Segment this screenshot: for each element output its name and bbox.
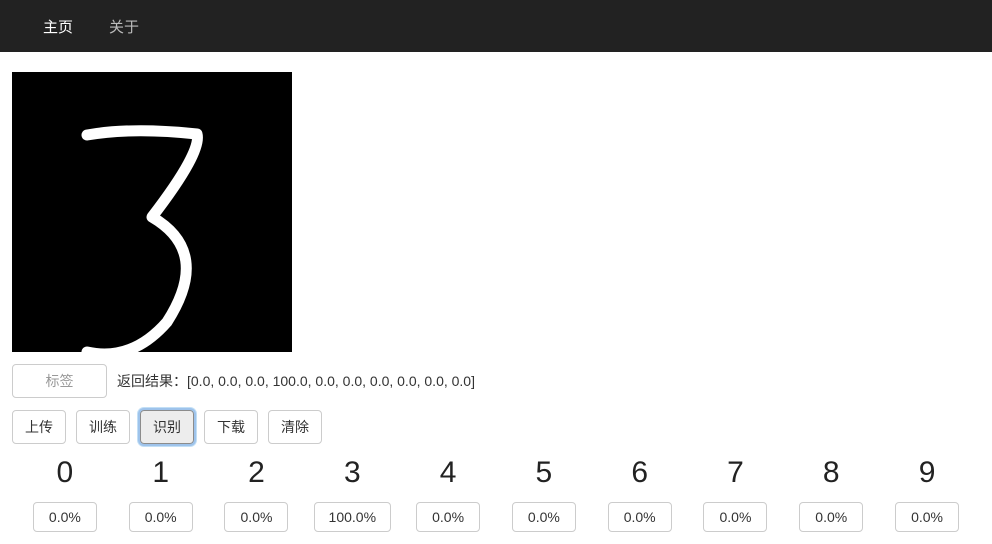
result-values: [0.0, 0.0, 0.0, 100.0, 0.0, 0.0, 0.0, 0.… bbox=[187, 373, 475, 389]
digit-percent: 0.0% bbox=[799, 502, 863, 532]
button-row: 上传 训练 识别 下载 清除 bbox=[12, 410, 980, 444]
digit-label: 6 bbox=[631, 456, 648, 490]
digit-label: 4 bbox=[440, 456, 457, 490]
drawing-canvas[interactable] bbox=[12, 72, 292, 352]
navbar: 主页 关于 bbox=[0, 0, 992, 52]
digit-col-1: 1 0.0% bbox=[113, 456, 209, 532]
digit-col-5: 5 0.0% bbox=[496, 456, 592, 532]
digit-col-7: 7 0.0% bbox=[688, 456, 784, 532]
label-input[interactable] bbox=[12, 364, 107, 398]
nav-about[interactable]: 关于 bbox=[91, 1, 157, 52]
digit-label: 7 bbox=[727, 456, 744, 490]
content-area: 返回结果：[0.0, 0.0, 0.0, 100.0, 0.0, 0.0, 0.… bbox=[0, 52, 992, 544]
digit-percent: 0.0% bbox=[895, 502, 959, 532]
digit-col-2: 2 0.0% bbox=[209, 456, 305, 532]
digit-col-0: 0 0.0% bbox=[17, 456, 113, 532]
digit-label: 8 bbox=[823, 456, 840, 490]
recognize-button[interactable]: 识别 bbox=[140, 410, 194, 444]
digit-label: 3 bbox=[344, 456, 361, 490]
digit-col-4: 4 0.0% bbox=[400, 456, 496, 532]
download-button[interactable]: 下载 bbox=[204, 410, 258, 444]
digit-col-3: 3 100.0% bbox=[304, 456, 400, 532]
digit-percent: 0.0% bbox=[608, 502, 672, 532]
digit-col-8: 8 0.0% bbox=[783, 456, 879, 532]
digit-percent: 0.0% bbox=[224, 502, 288, 532]
nav-home[interactable]: 主页 bbox=[25, 1, 91, 52]
result-text: 返回结果：[0.0, 0.0, 0.0, 100.0, 0.0, 0.0, 0.… bbox=[117, 371, 475, 391]
digit-percent: 0.0% bbox=[512, 502, 576, 532]
digit-percent: 0.0% bbox=[33, 502, 97, 532]
digit-label: 0 bbox=[57, 456, 74, 490]
label-result-row: 返回结果：[0.0, 0.0, 0.0, 100.0, 0.0, 0.0, 0.… bbox=[12, 364, 980, 398]
digit-percent: 0.0% bbox=[703, 502, 767, 532]
digit-col-9: 9 0.0% bbox=[879, 456, 975, 532]
digit-label: 2 bbox=[248, 456, 265, 490]
result-prefix: 返回结果： bbox=[117, 373, 187, 389]
digit-label: 9 bbox=[919, 456, 936, 490]
clear-button[interactable]: 清除 bbox=[268, 410, 322, 444]
digit-percent: 100.0% bbox=[314, 502, 391, 532]
digit-percent: 0.0% bbox=[416, 502, 480, 532]
digit-label: 5 bbox=[536, 456, 553, 490]
digit-percent: 0.0% bbox=[129, 502, 193, 532]
digit-label: 1 bbox=[152, 456, 169, 490]
digit-probability-row: 0 0.0% 1 0.0% 2 0.0% 3 100.0% 4 0.0% 5 0… bbox=[12, 456, 980, 532]
train-button[interactable]: 训练 bbox=[76, 410, 130, 444]
upload-button[interactable]: 上传 bbox=[12, 410, 66, 444]
digit-col-6: 6 0.0% bbox=[592, 456, 688, 532]
